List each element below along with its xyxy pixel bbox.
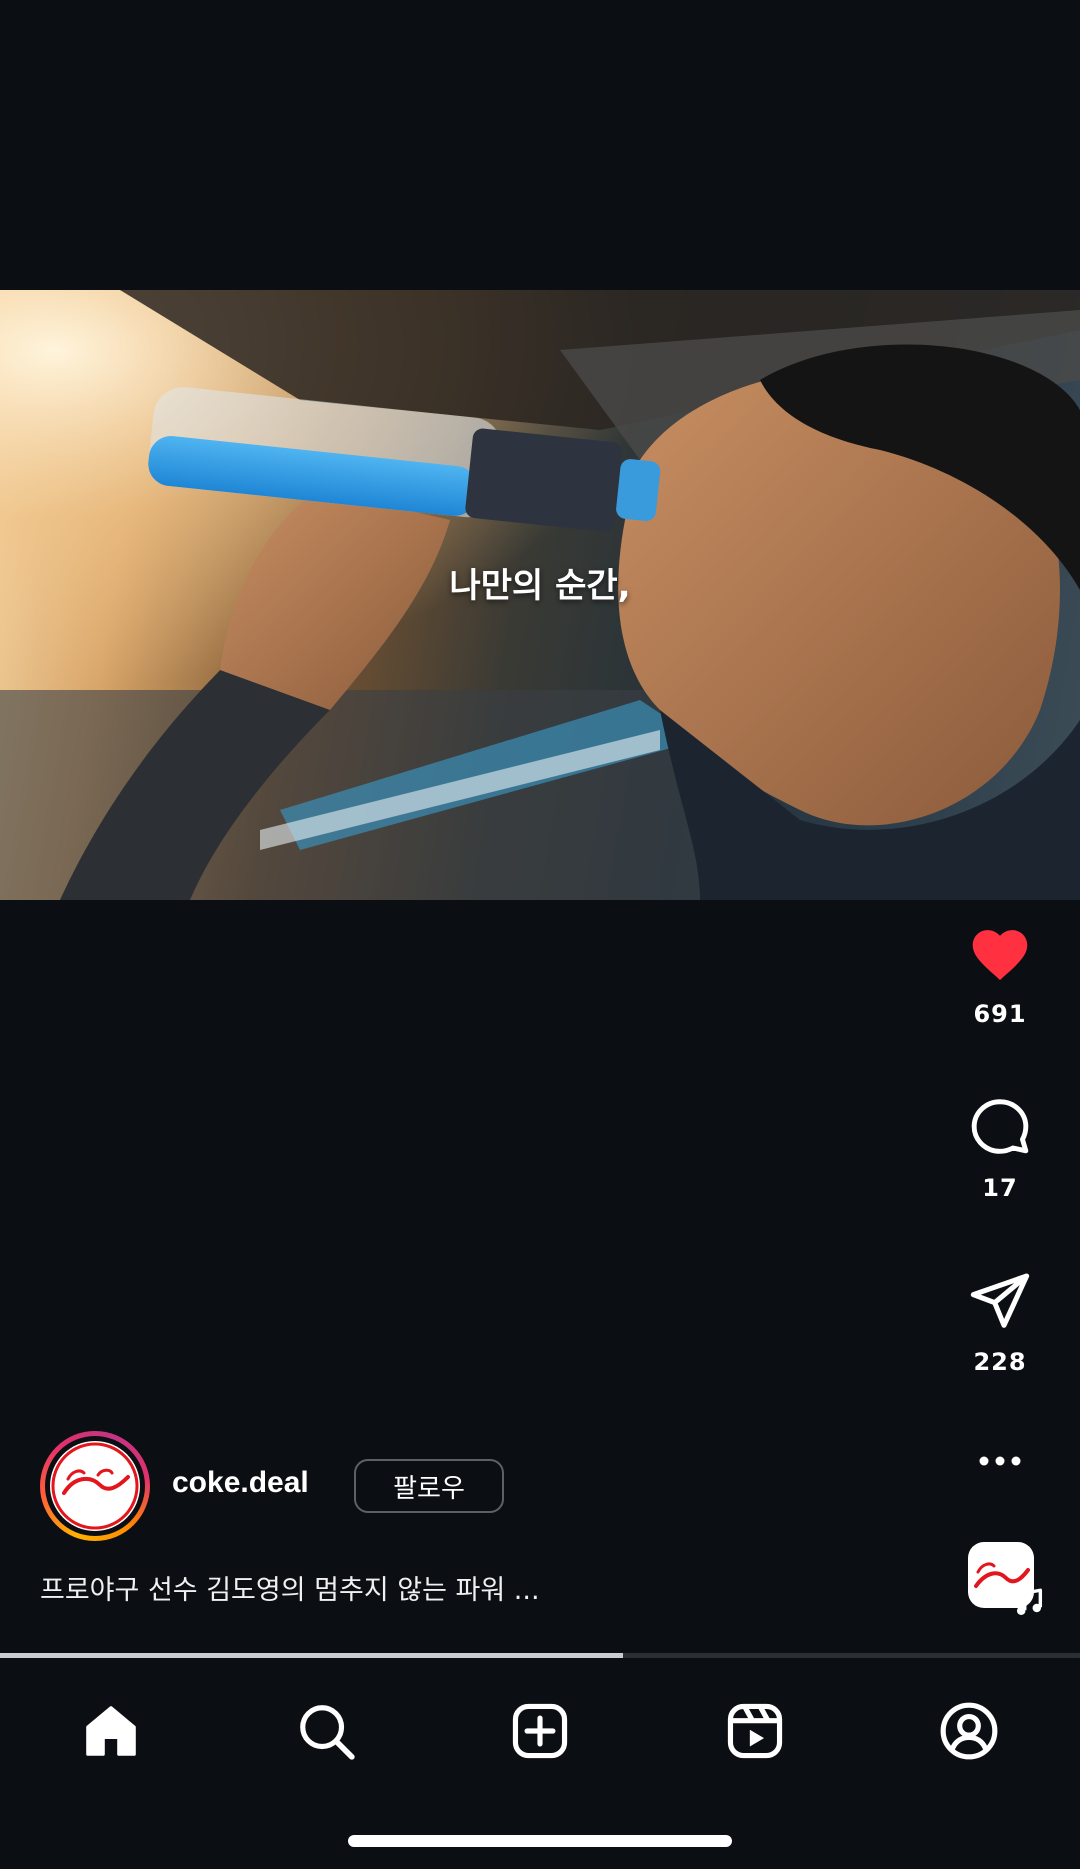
avatar-ring-gap [45, 1436, 145, 1536]
video-player[interactable]: 나만의 순간, [0, 290, 1080, 900]
heart-icon[interactable] [967, 922, 1033, 982]
share-count: 228 [973, 1348, 1027, 1376]
home-indicator[interactable] [348, 1835, 732, 1847]
search-icon [300, 1705, 355, 1760]
reels-icon [727, 1703, 783, 1759]
avatar[interactable] [50, 1441, 140, 1531]
post-caption[interactable]: 프로야구 선수 김도영의 멈추지 않는 파워 ... [40, 1568, 540, 1607]
nav-create[interactable] [495, 1686, 585, 1776]
more-icon[interactable] [978, 1455, 1022, 1467]
author-username[interactable]: coke.deal [172, 1466, 309, 1500]
create-icon [512, 1703, 568, 1759]
follow-button[interactable]: 팔로우 [354, 1459, 504, 1513]
coca-cola-logo [51, 1442, 139, 1530]
like-action[interactable]: 691 [920, 922, 1080, 1028]
more-options-button[interactable] [920, 1452, 1080, 1471]
comment-count: 17 [982, 1174, 1018, 1202]
comment-icon[interactable] [969, 1094, 1031, 1156]
like-count: 691 [973, 1000, 1027, 1028]
music-note-icon [1016, 1588, 1043, 1616]
comment-action[interactable]: 17 [920, 1094, 1080, 1202]
send-icon[interactable] [968, 1270, 1032, 1330]
share-action[interactable]: 228 [920, 1270, 1080, 1376]
home-icon [86, 1706, 136, 1756]
nav-profile[interactable] [924, 1686, 1014, 1776]
avatar-story-ring[interactable] [40, 1431, 150, 1541]
nav-search[interactable] [281, 1686, 371, 1776]
nav-home[interactable] [66, 1686, 156, 1776]
reels-screen: 나만의 순간, 691 17 228 coke.deal 팔로우 프로야구 선수… [0, 0, 1080, 1869]
video-subtitle: 나만의 순간, [449, 566, 631, 606]
profile-icon [940, 1702, 998, 1760]
nav-reels[interactable] [710, 1686, 800, 1776]
